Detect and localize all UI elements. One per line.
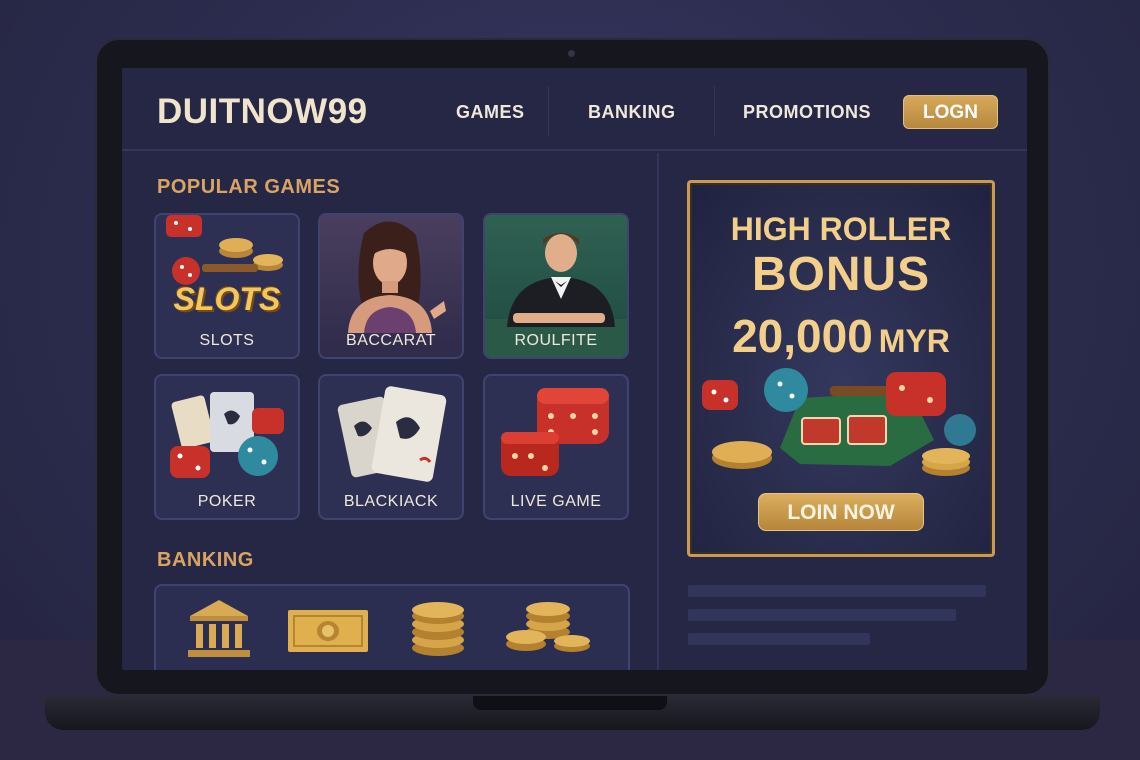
webcam <box>568 50 575 57</box>
join-now-button[interactable]: LOIN NOW <box>758 493 924 531</box>
banking-title: BANKING <box>157 549 254 571</box>
promo-bonus-text: BONUS <box>751 248 931 301</box>
promo-headline: HIGH ROLLER <box>730 211 952 247</box>
game-tile-label: SLOTS <box>199 332 255 349</box>
site-logo[interactable]: DUITNOW99 <box>157 92 368 132</box>
banknote-icon[interactable] <box>286 608 370 654</box>
column-divider <box>657 153 659 670</box>
banking-methods-panel <box>154 584 630 670</box>
website-screen: DUITNOW99 GAMES BANKING PROMOTIONS LOGN … <box>122 68 1027 670</box>
promo-currency: MYR <box>878 323 950 359</box>
placeholder-line <box>688 585 986 597</box>
login-button[interactable]: LOGN <box>903 95 998 129</box>
promo-banner[interactable]: HIGH ROLLER BONUS 20,000 MYR LOIN NOW <box>687 180 995 557</box>
nav-link-games[interactable]: GAMES <box>456 102 525 123</box>
bank-icon[interactable] <box>186 598 252 660</box>
top-navbar: DUITNOW99 GAMES BANKING PROMOTIONS LOGN <box>122 68 1027 151</box>
game-tile-blackjack[interactable]: BLACKIACK <box>318 374 464 520</box>
laptop-hinge-notch <box>473 696 667 710</box>
popular-games-title: POPULAR GAMES <box>157 176 341 198</box>
slots-art-text: SLOTS <box>173 281 281 317</box>
nav-link-promotions[interactable]: PROMOTIONS <box>743 102 871 123</box>
game-tile-label: BACCARAT <box>346 332 436 349</box>
game-tile-live-game[interactable]: LIVE GAME <box>483 374 629 520</box>
game-tile-label: BLACKIACK <box>343 493 439 510</box>
game-tile-label: POKER <box>197 493 257 510</box>
game-tile-slots[interactable]: SLOTS SLOTS <box>154 213 300 359</box>
nav-separator <box>548 86 549 136</box>
promo-amount-value: 20,000 <box>732 310 873 362</box>
casino-table-art-icon <box>702 368 976 476</box>
game-tile-baccarat[interactable]: BACCARAT <box>318 213 464 359</box>
promo-amount: 20,000 MYR <box>690 309 992 363</box>
game-tile-label: ROULFITE <box>514 332 598 349</box>
game-tile-poker[interactable]: POKER <box>154 374 300 520</box>
coin-stack-icon[interactable] <box>408 600 468 660</box>
nav-link-banking[interactable]: BANKING <box>588 102 676 123</box>
game-tile-label: LIVE GAME <box>510 493 602 510</box>
coin-piles-icon[interactable] <box>502 600 594 660</box>
game-tile-roulette[interactable]: ROULFITE <box>483 213 629 359</box>
placeholder-line <box>688 633 870 645</box>
placeholder-line <box>688 609 956 621</box>
nav-separator <box>714 86 715 136</box>
